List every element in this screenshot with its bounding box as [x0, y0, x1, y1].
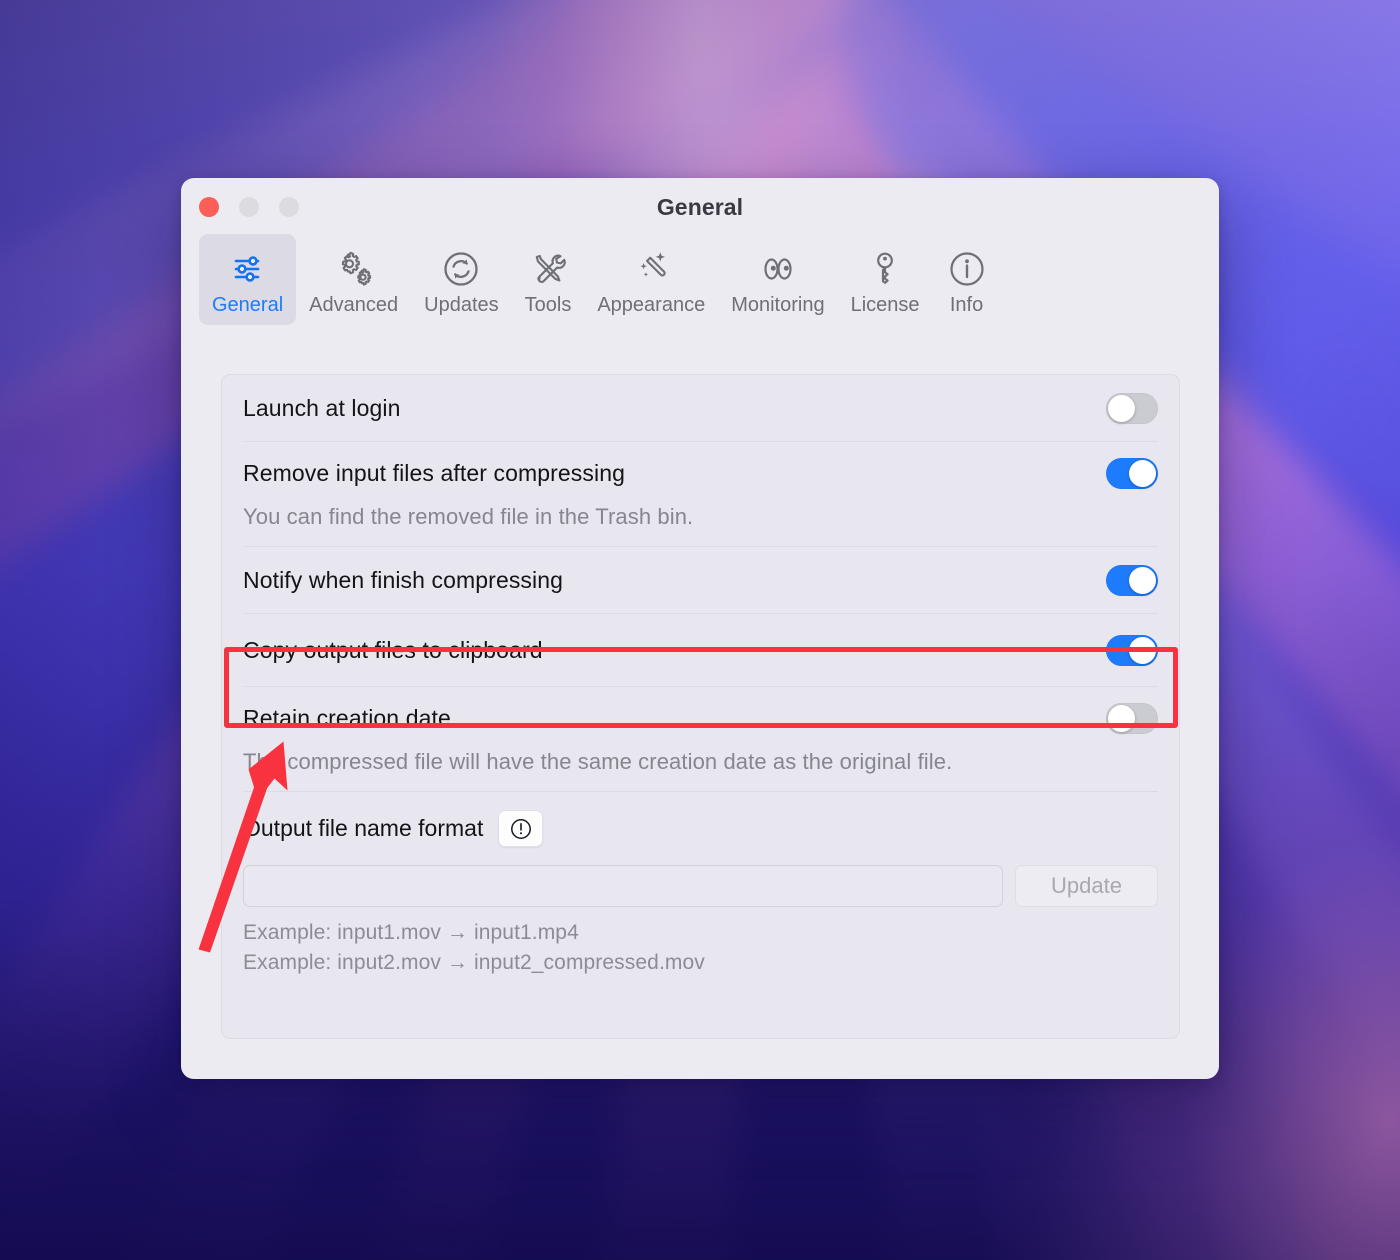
tab-general[interactable]: General	[199, 234, 297, 325]
format-example-1: Example: input1.mov → input1.mp4	[243, 921, 579, 944]
tab-license[interactable]: License	[838, 234, 933, 325]
refresh-circle-icon	[440, 246, 482, 292]
setting-row-notify-finish: Notify when finish compressing	[222, 547, 1179, 613]
preferences-window: General General Advanced Updates Tools A…	[181, 178, 1219, 1079]
exclamation-circle-icon[interactable]	[498, 810, 544, 847]
toggle-retain-creation-date[interactable]	[1106, 702, 1158, 734]
tab-updates-label: Updates	[424, 294, 499, 316]
tab-updates[interactable]: Updates	[411, 234, 512, 325]
output-format-label: Output file name format	[243, 815, 484, 841]
output-file-name-format-section: Output file name format Update Example: …	[222, 792, 1179, 975]
tab-info[interactable]: Info	[933, 234, 1001, 325]
setting-row-launch-at-login: Launch at login	[222, 375, 1179, 441]
tab-appearance[interactable]: Appearance	[584, 234, 718, 325]
tab-appearance-label: Appearance	[597, 294, 706, 316]
preferences-toolbar: General Advanced Updates Tools Appearanc…	[181, 234, 1219, 325]
toggle-notify-finish[interactable]	[1106, 564, 1158, 596]
format-example-2: Example: input2.mov → input2_compressed.…	[243, 951, 705, 974]
setting-title: Launch at login	[243, 394, 401, 421]
wrench-screwdriver-icon	[527, 246, 569, 292]
tab-license-label: License	[850, 294, 920, 316]
toggle-copy-output-clipboard[interactable]	[1106, 634, 1158, 666]
setting-subtitle: The compressed file will have the same c…	[243, 749, 953, 774]
eyes-icon	[757, 246, 799, 292]
tab-info-label: Info	[949, 294, 984, 316]
setting-row-remove-input-files: Remove input files after compressing You…	[222, 442, 1179, 546]
window-title: General	[656, 194, 744, 220]
info-circle-icon	[946, 246, 988, 292]
setting-title: Copy output files to clipboard	[243, 636, 543, 663]
output-format-input[interactable]	[243, 865, 1003, 907]
setting-row-retain-creation-date: Retain creation date The compressed file…	[222, 687, 1179, 791]
tab-tools-label: Tools	[524, 294, 572, 316]
tab-general-label: General	[212, 294, 284, 316]
window-titlebar: General	[181, 178, 1219, 234]
setting-title: Retain creation date	[243, 704, 451, 731]
key-icon	[864, 246, 906, 292]
desktop-wallpaper: General General Advanced Updates Tools A…	[0, 0, 1400, 1260]
tab-advanced-label: Advanced	[309, 294, 399, 316]
tab-advanced[interactable]: Advanced	[296, 234, 411, 325]
setting-title: Notify when finish compressing	[243, 566, 564, 593]
update-button[interactable]: Update	[1015, 865, 1158, 907]
settings-card: Launch at login Remove input files after…	[221, 374, 1180, 1039]
magic-wand-icon	[630, 246, 672, 292]
setting-subtitle: You can find the removed file in the Tra…	[243, 504, 694, 529]
sliders-icon	[228, 246, 268, 292]
setting-title: Remove input files after compressing	[243, 459, 625, 486]
setting-row-copy-output-clipboard: Copy output files to clipboard	[222, 614, 1179, 686]
tab-monitoring-label: Monitoring	[731, 294, 825, 316]
toggle-launch-at-login[interactable]	[1106, 392, 1158, 424]
tab-tools[interactable]: Tools	[512, 234, 585, 325]
tab-monitoring[interactable]: Monitoring	[718, 234, 837, 325]
gears-icon	[333, 246, 375, 292]
toggle-remove-input-files[interactable]	[1106, 457, 1158, 489]
